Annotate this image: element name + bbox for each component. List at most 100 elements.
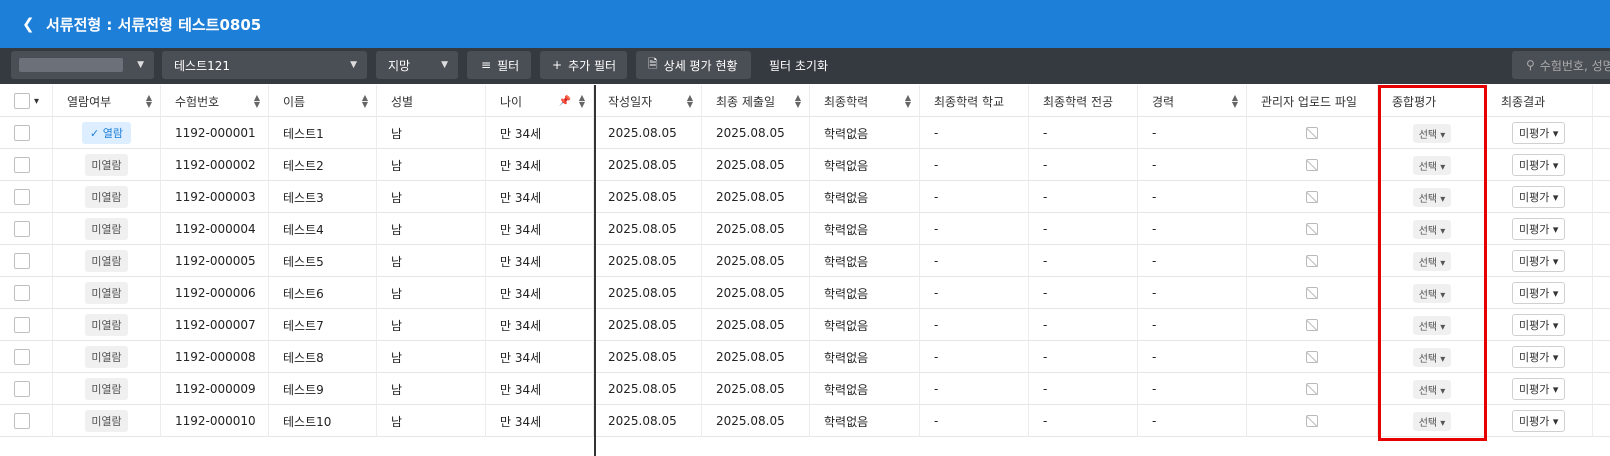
eval-select-label: 선택	[1418, 161, 1438, 173]
row-checkbox[interactable]	[14, 157, 30, 173]
result-select[interactable]: 미평가 ▾	[1512, 250, 1566, 272]
header-cell-age[interactable]: 나이 📌 ▲ ▼	[486, 85, 594, 117]
chevron-down-icon: ▼	[350, 60, 357, 70]
row-checkbox[interactable]	[14, 285, 30, 301]
row-checkbox[interactable]	[14, 221, 30, 237]
result-select[interactable]: 미평가 ▾	[1512, 122, 1566, 144]
eval-select[interactable]: 선택 ▾	[1412, 155, 1452, 175]
eval-select[interactable]: 선택 ▾	[1412, 251, 1452, 271]
header-cell-result[interactable]: 최종결과	[1487, 85, 1593, 117]
cell-text: 2025.08.05	[716, 126, 785, 140]
table-row[interactable]: 미열람 1192-000009 테스트9 남 만 34세 2025.08.05 2025.0…	[0, 373, 1610, 405]
detail-status-button[interactable]: 🗎 상세 평가 현황	[636, 51, 751, 79]
row-checkbox[interactable]	[14, 349, 30, 365]
plus-icon: +	[552, 58, 563, 72]
eval-select[interactable]: 선택 ▾	[1412, 283, 1452, 303]
header-cell-name[interactable]: 이름 ▲ ▼	[269, 85, 377, 117]
eval-select[interactable]: 선택 ▾	[1412, 187, 1452, 207]
sort-icon[interactable]: ▲ ▼	[1232, 94, 1238, 109]
row-checkbox[interactable]	[14, 317, 30, 333]
header-cell-file[interactable]: 관리자 업로드 파일	[1247, 85, 1378, 117]
sort-icon[interactable]: ▲ ▼	[795, 94, 801, 109]
test-dropdown[interactable]: 테스트121 ▼	[162, 51, 367, 79]
cell-age: 만 34세	[486, 309, 594, 341]
read-status-label: 미열람	[91, 223, 122, 236]
eval-select[interactable]: 선택 ▾	[1412, 123, 1452, 143]
blurred-dropdown[interactable]: ▼	[11, 51, 154, 79]
sort-icon[interactable]: ▲ ▼	[579, 94, 585, 109]
table-row[interactable]: 미열람 1192-000005 테스트5 남 만 34세 2025.08.05 2025.0…	[0, 245, 1610, 277]
table-row[interactable]: 미열람 1192-000008 테스트8 남 만 34세 2025.08.05 2025.0…	[0, 341, 1610, 373]
result-select[interactable]: 미평가 ▾	[1512, 218, 1566, 240]
header-cell-eval[interactable]: 종합평가	[1378, 85, 1487, 117]
sort-icon[interactable]: ▲ ▼	[362, 94, 368, 109]
result-select[interactable]: 미평가 ▾	[1512, 346, 1566, 368]
row-checkbox[interactable]	[14, 413, 30, 429]
column-header-label: 성별	[391, 94, 414, 109]
cell-major: -	[1029, 245, 1138, 277]
filter-button[interactable]: ≡ 필터	[467, 51, 531, 79]
table-row[interactable]: ✓ 열람 1192-000001 테스트1 남 만 34세 2025.08.05 2025.…	[0, 117, 1610, 149]
sort-icon[interactable]: ▲ ▼	[905, 94, 911, 109]
header-cell-gender[interactable]: 성별	[377, 85, 486, 117]
result-select-label: 미평가	[1519, 351, 1550, 364]
row-checkbox[interactable]	[14, 125, 30, 141]
check-icon: ✓	[90, 127, 103, 140]
add-filter-button[interactable]: + 추가 필터	[540, 51, 627, 79]
eval-select[interactable]: 선택 ▾	[1412, 219, 1452, 239]
header-cell-major[interactable]: 최종학력 전공	[1029, 85, 1138, 117]
cell-result: 미평가 ▾	[1487, 373, 1593, 405]
sort-icon[interactable]: ▲ ▼	[254, 94, 260, 109]
eval-select[interactable]: 선택 ▾	[1412, 379, 1452, 399]
sort-icon[interactable]: ▲ ▼	[146, 94, 152, 109]
result-select[interactable]: 미평가 ▾	[1512, 314, 1566, 336]
pin-icon[interactable]: 📌	[559, 96, 571, 107]
header-cell-read[interactable]: 열람여부 ▲ ▼	[53, 85, 161, 117]
table-row[interactable]: 미열람 1192-000002 테스트2 남 만 34세 2025.08.05 2025.0…	[0, 149, 1610, 181]
reset-filter-button[interactable]: 필터 초기화	[769, 51, 828, 79]
cell-text: 테스트6	[283, 286, 324, 301]
cell-major: -	[1029, 213, 1138, 245]
header-cell-written[interactable]: 작성일자 ▲ ▼	[594, 85, 702, 117]
header-cell-career[interactable]: 경력 ▲ ▼	[1138, 85, 1247, 117]
result-select[interactable]: 미평가 ▾	[1512, 186, 1566, 208]
search-input[interactable]: ⚲ 수험번호, 성명	[1512, 51, 1610, 79]
cell-gender: 남	[377, 149, 486, 181]
table-row[interactable]: 미열람 1192-000007 테스트7 남 만 34세 2025.08.05 2025.0…	[0, 309, 1610, 341]
cell-edu: 학력없음	[810, 181, 920, 213]
read-status-label: 미열람	[91, 255, 122, 268]
chevron-left-icon[interactable]: ❮	[22, 15, 42, 33]
cell-text: 테스트5	[283, 254, 324, 269]
row-checkbox[interactable]	[14, 253, 30, 269]
cell-name: 테스트2	[269, 149, 377, 181]
result-select[interactable]: 미평가 ▾	[1512, 410, 1566, 432]
chevron-down-icon: ▾	[1549, 383, 1559, 396]
sort-icon[interactable]: ▲ ▼	[687, 94, 693, 109]
eval-select[interactable]: 선택 ▾	[1412, 347, 1452, 367]
cell-text: 남	[391, 414, 403, 429]
select-all-checkbox[interactable]	[14, 93, 30, 109]
result-select[interactable]: 미평가 ▾	[1512, 154, 1566, 176]
result-select[interactable]: 미평가 ▾	[1512, 378, 1566, 400]
cell-text: 2025.08.05	[716, 222, 785, 236]
cell-text: 테스트10	[283, 414, 332, 429]
cell-result: 미평가 ▾	[1487, 405, 1593, 437]
chevron-down-icon[interactable]: ▾	[34, 96, 39, 107]
row-checkbox[interactable]	[14, 381, 30, 397]
row-checkbox[interactable]	[14, 189, 30, 205]
table-row[interactable]: 미열람 1192-000004 테스트4 남 만 34세 2025.08.05 2025.0…	[0, 213, 1610, 245]
header-cell-edu[interactable]: 최종학력 ▲ ▼	[810, 85, 920, 117]
header-cell-id[interactable]: 수험번호 ▲ ▼	[161, 85, 269, 117]
apply-dropdown[interactable]: 지망 ▼	[376, 51, 458, 79]
table-row[interactable]: 미열람 1192-000003 테스트3 남 만 34세 2025.08.05 2025.0…	[0, 181, 1610, 213]
header-cell-school[interactable]: 최종학력 학교	[920, 85, 1029, 117]
header-cell-submitted[interactable]: 최종 제출일 ▲ ▼	[702, 85, 810, 117]
eval-select[interactable]: 선택 ▾	[1412, 315, 1452, 335]
eval-select[interactable]: 선택 ▾	[1412, 411, 1452, 431]
cell-submitted: 2025.08.05	[702, 181, 810, 213]
cell-text: 남	[391, 190, 403, 205]
table-row[interactable]: 미열람 1192-000006 테스트6 남 만 34세 2025.08.05 2025.0…	[0, 277, 1610, 309]
result-select[interactable]: 미평가 ▾	[1512, 282, 1566, 304]
chevron-down-icon: ▾	[1549, 351, 1559, 364]
table-row[interactable]: 미열람 1192-000010 테스트10 남 만 34세 2025.08.05 2025.…	[0, 405, 1610, 437]
